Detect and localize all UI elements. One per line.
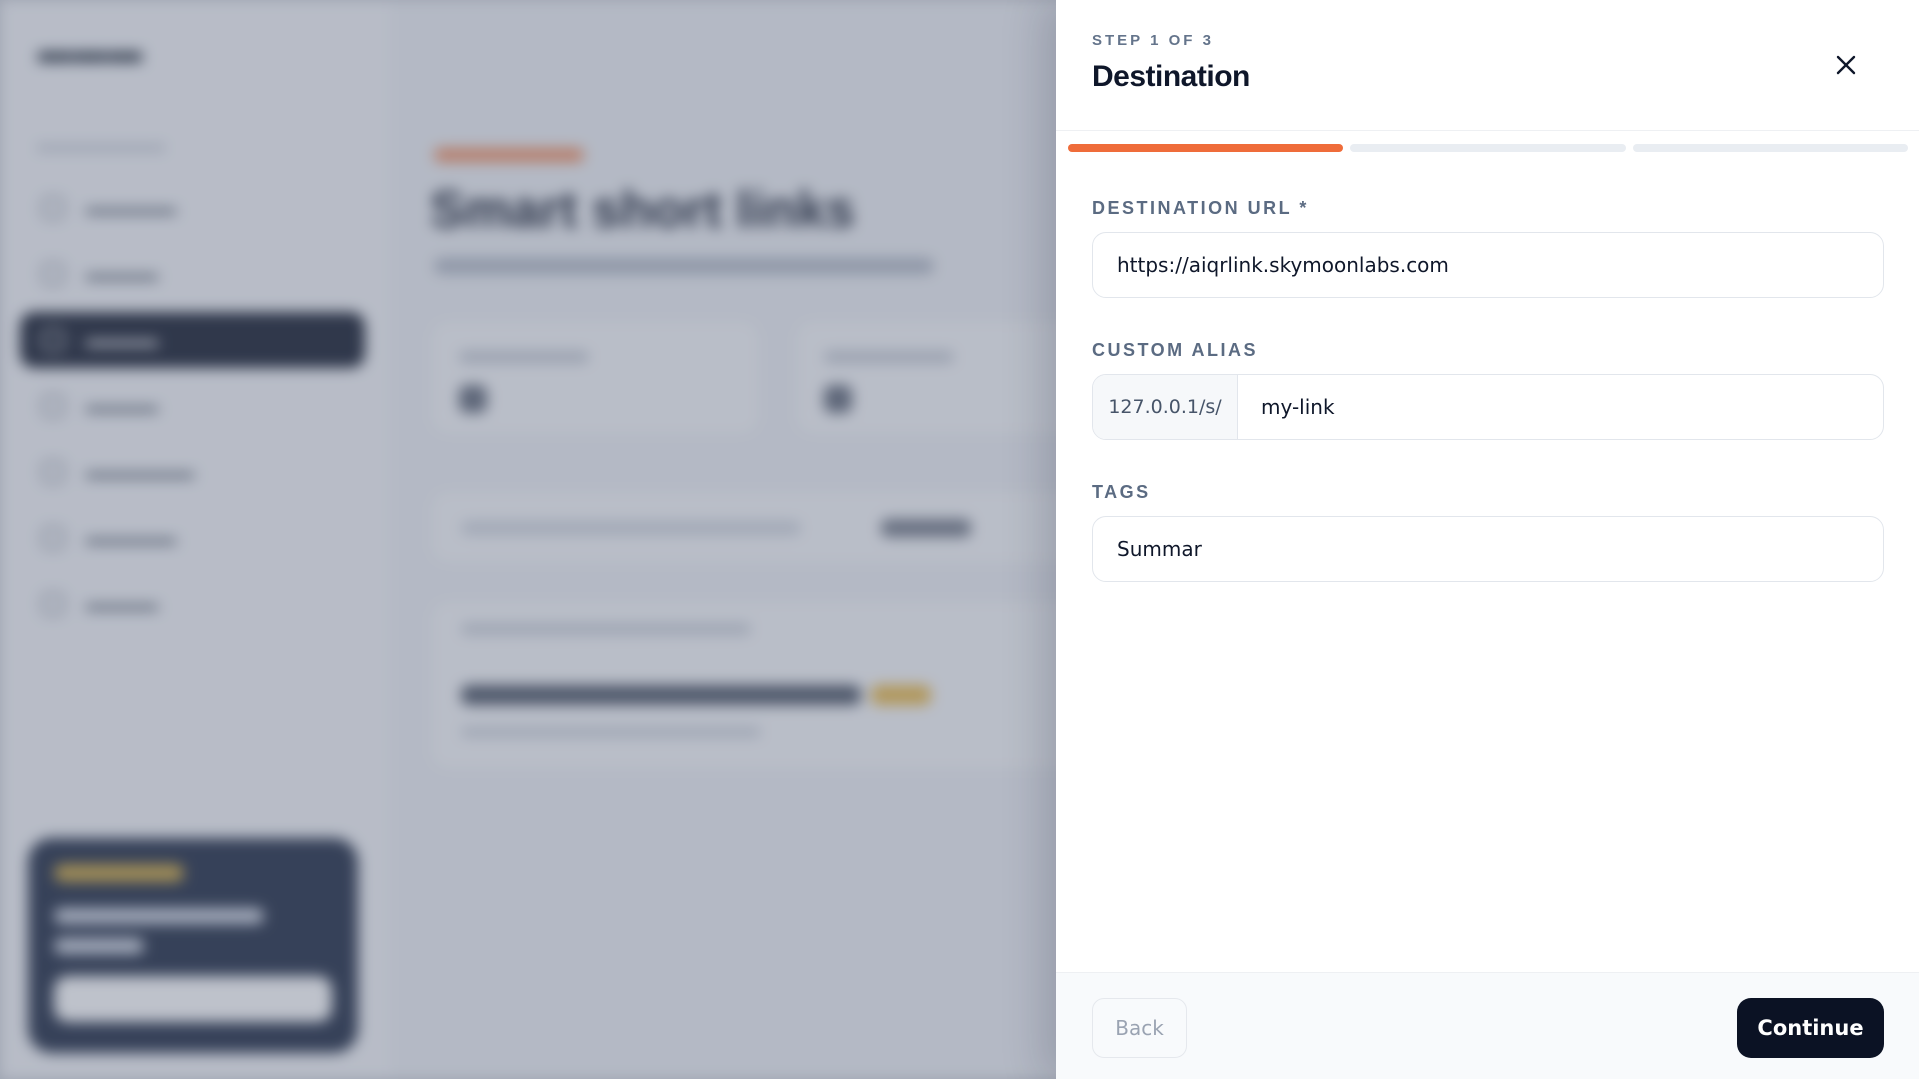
destination-form: DESTINATION URL * CUSTOM ALIAS 127.0.0.1… <box>1092 196 1884 622</box>
destination-url-field: DESTINATION URL * <box>1092 196 1884 298</box>
step-indicator: STEP 1 OF 3 <box>1092 32 1214 49</box>
progress-segment-pending <box>1632 144 1908 152</box>
create-link-drawer: STEP 1 OF 3 Destination DESTINATION URL … <box>1056 0 1919 1079</box>
drawer-title: Destination <box>1092 60 1250 93</box>
custom-alias-group: 127.0.0.1/s/ <box>1092 374 1884 440</box>
close-button[interactable] <box>1826 45 1866 85</box>
destination-url-input[interactable] <box>1092 232 1884 298</box>
close-icon <box>1836 55 1856 75</box>
drawer-footer: Back Continue <box>1056 972 1919 1079</box>
drawer-header: STEP 1 OF 3 Destination <box>1056 0 1919 131</box>
custom-alias-input[interactable] <box>1238 375 1883 439</box>
alias-prefix: 127.0.0.1/s/ <box>1093 375 1238 439</box>
tags-field: TAGS <box>1092 480 1884 582</box>
custom-alias-field: CUSTOM ALIAS 127.0.0.1/s/ <box>1092 338 1884 440</box>
back-button[interactable]: Back <box>1092 998 1187 1058</box>
progress-segment-complete <box>1068 144 1344 152</box>
tags-input[interactable] <box>1092 516 1884 582</box>
step-progress-bar <box>1068 144 1908 153</box>
continue-button[interactable]: Continue <box>1737 998 1884 1058</box>
progress-segment-pending <box>1350 144 1626 152</box>
custom-alias-label: CUSTOM ALIAS <box>1092 340 1259 360</box>
tags-label: TAGS <box>1092 482 1151 502</box>
destination-url-label: DESTINATION URL * <box>1092 198 1309 218</box>
